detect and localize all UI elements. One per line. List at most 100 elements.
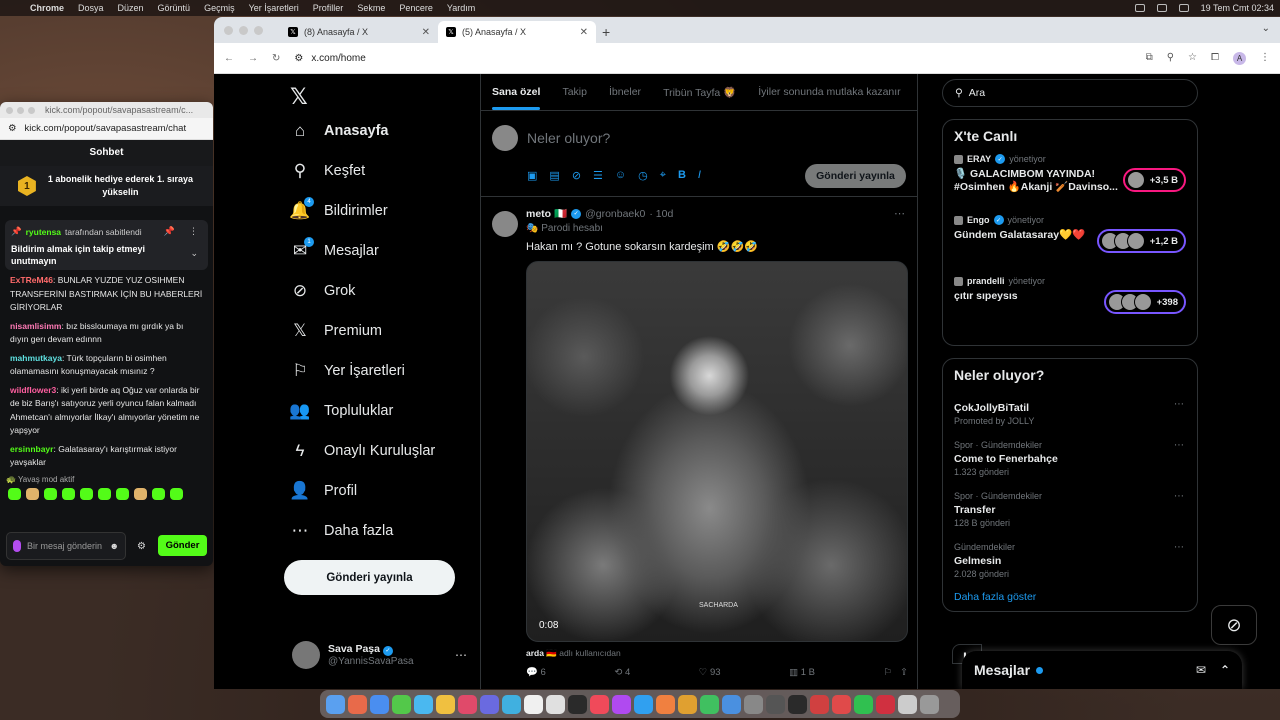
nav-grok[interactable]: ⊘ Grok (290, 281, 356, 301)
grok-floating-button[interactable]: ⊘ (1211, 605, 1257, 645)
dock-app-icon[interactable] (458, 694, 477, 714)
show-more-link[interactable]: Daha fazla göster (954, 591, 1186, 603)
menu-item[interactable]: Pencere (399, 3, 433, 13)
dock-app-icon[interactable] (788, 694, 807, 714)
nav-bookmark[interactable]: ⚐ Yer İşaretleri (290, 361, 405, 381)
post-button[interactable]: Gönderi yayınla (284, 560, 455, 595)
back-icon[interactable]: ← (224, 53, 234, 64)
expand-icon[interactable]: ⌃ (1220, 663, 1230, 677)
nav-lightning[interactable]: ϟ Onaylı Kuruluşlar (290, 441, 436, 461)
dock-app-icon[interactable] (502, 694, 521, 714)
grok-icon[interactable]: ⊘ (572, 169, 581, 182)
new-tab-button[interactable]: + (602, 24, 610, 40)
apple-icon[interactable] (6, 3, 16, 13)
forward-icon[interactable]: → (248, 53, 258, 64)
tweet-author-name[interactable]: meto 🇮🇹 (526, 207, 567, 220)
dock-app-icon[interactable] (392, 694, 411, 714)
nav-profile[interactable]: 👤 Profil (289, 481, 357, 501)
dock-app-icon[interactable] (414, 694, 433, 714)
listeners-pill[interactable]: +1,2 B (1096, 229, 1186, 253)
dock-app-icon[interactable] (898, 694, 917, 714)
dock-app-icon[interactable] (634, 694, 653, 714)
nav-home[interactable]: ⌂ Anasayfa (290, 121, 389, 141)
address-bar[interactable]: ⚙ x.com/home (294, 53, 1131, 64)
trend-item[interactable]: Gündemdekiler Gelmesin 2.028 gönderi ⋯ (954, 536, 1186, 587)
dock-app-icon[interactable] (678, 694, 697, 714)
bookmark-star-icon[interactable]: ☆ (1188, 52, 1197, 65)
location-icon[interactable]: ⌖ (660, 169, 666, 182)
x-logo-icon[interactable]: 𝕏 (290, 84, 308, 110)
dock-app-icon[interactable] (766, 694, 785, 714)
close-window-button[interactable] (6, 106, 13, 114)
like-button[interactable]: ♡ 93 (699, 667, 721, 678)
more-dots-icon[interactable]: ⋮ (189, 226, 198, 237)
close-tab-icon[interactable]: ✕ (580, 27, 588, 38)
extensions-icon[interactable]: ⧠ (1211, 52, 1219, 65)
dock-app-icon[interactable] (568, 694, 587, 714)
install-app-icon[interactable]: ⧉ (1146, 52, 1153, 65)
emote[interactable] (44, 487, 57, 500)
search-input[interactable]: ⚲ Ara (942, 79, 1198, 107)
dock-app-icon[interactable] (370, 694, 389, 714)
menu-item[interactable]: Düzen (118, 3, 144, 13)
zoom-window-button[interactable] (254, 26, 263, 35)
minimize-window-button[interactable] (239, 26, 248, 35)
dock-app-icon[interactable] (876, 694, 895, 714)
dock-app-icon[interactable] (810, 694, 829, 714)
more-dots-icon[interactable]: ⋯ (455, 648, 467, 662)
tab-following[interactable]: Takip (562, 86, 587, 98)
nav-more-circle[interactable]: ⋯ Daha fazla (290, 521, 394, 541)
more-dots-icon[interactable]: ⋯ (1174, 440, 1184, 451)
schedule-icon[interactable]: ◷ (638, 169, 648, 182)
more-dots-icon[interactable]: ⋯ (1174, 542, 1184, 553)
menu-item[interactable]: Görüntü (158, 3, 191, 13)
live-space[interactable]: Engo ✓ yönetiyor Gündem Galatasaray💛❤️ +1,2 … (954, 215, 1186, 276)
chat-username[interactable]: wildflower3 (10, 385, 56, 395)
wifi-icon[interactable] (1156, 4, 1167, 12)
close-window-button[interactable] (224, 26, 233, 35)
browser-tab-active[interactable]: 𝕏 (5) Anasayfa / X ✕ (438, 21, 596, 43)
live-space[interactable]: prandelli✓yönetiyor çıtır sıpeysıs +398 (954, 276, 1186, 337)
dock-app-icon[interactable] (348, 694, 367, 714)
reply-button[interactable]: 💬 6 (526, 667, 546, 678)
live-space[interactable]: ERAY ✓ yönetiyor 🎙️ GALACIMBOM YAYINDA! #Os… (954, 154, 1186, 215)
image-icon[interactable]: ▣ (527, 169, 537, 182)
dock-app-icon[interactable] (524, 694, 543, 714)
avatar[interactable] (492, 211, 518, 237)
tab-list[interactable]: İbneler (609, 86, 641, 98)
zoom-window-button[interactable] (28, 106, 35, 114)
emoji-icon[interactable]: ☻ (110, 541, 119, 551)
dock-app-icon[interactable] (436, 694, 455, 714)
dock-app-icon[interactable] (326, 694, 345, 714)
menu-item[interactable]: Sekme (357, 3, 385, 13)
menu-item[interactable]: Dosya (78, 3, 104, 13)
emote[interactable] (170, 487, 183, 500)
emoji-icon[interactable]: ☺ (615, 169, 626, 182)
dock-app-icon[interactable] (744, 694, 763, 714)
emote[interactable] (98, 487, 111, 500)
compose-post-button[interactable]: Gönderi yayınla (805, 164, 906, 188)
listeners-pill[interactable]: +398 (1103, 290, 1186, 314)
chat-username[interactable]: ersinnbayr (10, 444, 53, 454)
unpin-icon[interactable]: 📌 (164, 226, 175, 237)
chevron-down-icon[interactable]: ⌄ (190, 248, 198, 259)
messages-drawer[interactable]: Mesajlar ✉ ⌃ (962, 651, 1242, 689)
browser-tab[interactable]: 𝕏 (8) Anasayfa / X ✕ (280, 21, 438, 43)
site-info-icon[interactable]: ⚙ (8, 123, 17, 134)
menu-item[interactable]: Yer İşaretleri (249, 3, 299, 13)
mic-icon[interactable] (13, 540, 21, 552)
nav-x-premium[interactable]: 𝕏 Premium (290, 321, 382, 341)
chrome-menu-icon[interactable]: ⋮ (1260, 52, 1270, 65)
dock-app-icon[interactable] (656, 694, 675, 714)
control-center-icon[interactable] (1178, 4, 1189, 12)
compose-input[interactable]: Neler oluyor? (527, 130, 610, 146)
tab-search-chevron-icon[interactable]: ⌄ (1262, 23, 1270, 34)
dock-app-icon[interactable] (854, 694, 873, 714)
battery-icon[interactable] (1134, 4, 1145, 12)
menu-item[interactable]: Profiller (313, 3, 344, 13)
tweet-time[interactable]: · 10d (649, 208, 673, 220)
site-info-icon[interactable]: ⚙ (294, 53, 303, 64)
emote[interactable] (152, 487, 165, 500)
minimize-window-button[interactable] (17, 106, 24, 114)
italic-icon[interactable]: I (698, 169, 701, 182)
